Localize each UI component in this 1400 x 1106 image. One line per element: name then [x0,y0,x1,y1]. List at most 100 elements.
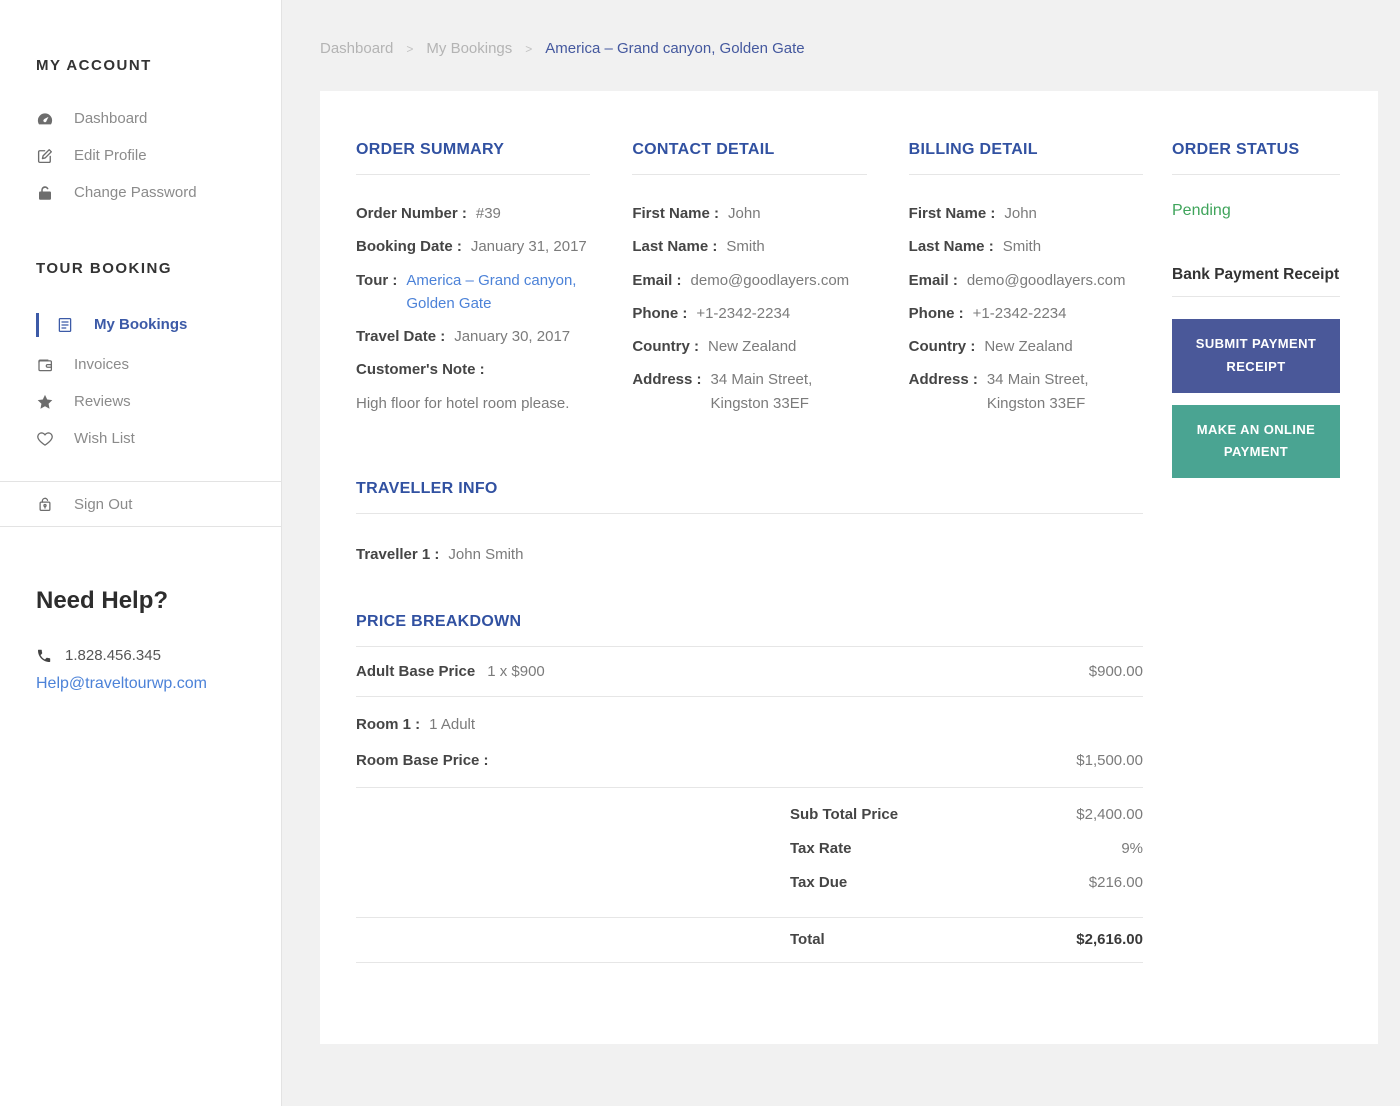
status-badge: Pending [1172,202,1231,219]
section-title: ORDER STATUS [1172,141,1300,158]
help-phone-number: 1.828.456.345 [65,647,161,664]
row-divider [356,961,1143,963]
price-row-label: Adult Base Price [356,663,476,680]
tour-booking-heading: TOUR BOOKING [36,260,173,277]
lock-icon [36,184,54,202]
traveller-name-value: John Smith [448,545,524,563]
submit-payment-receipt-button[interactable]: SUBMIT PAYMENT RECEIPT [1172,319,1340,393]
booking-detail-card: ORDER SUMMARY Order Number : #39 Booking … [320,91,1378,1044]
sidebar-item-label: Reviews [74,393,131,410]
sidebar-item-label: Sign Out [74,495,133,513]
help-phone-row: 1.828.456.345 [36,647,281,664]
sidebar-item-wish-list[interactable]: Wish List [0,420,281,457]
field-label: Address : [632,371,702,389]
sidebar-item-label: My Bookings [94,316,188,333]
unlock-icon [36,495,54,513]
dashboard-icon [36,110,54,128]
make-online-payment-button[interactable]: MAKE AN ONLINE PAYMENT [1172,404,1340,478]
section-title: CONTACT DETAIL [632,141,775,158]
tax-rate-value: 9% [1121,839,1143,857]
sidebar-item-edit-profile[interactable]: Edit Profile [0,137,281,174]
field-label: Customer's Note : [356,361,485,379]
sidebar-item-label: Dashboard [74,110,148,127]
tax-due-value: $216.00 [1088,873,1143,891]
field-label: Phone : [908,304,964,322]
tour-link[interactable]: America – Grand canyon, Golden Gate [406,269,590,316]
section-title: TRAVELLER INFO [356,479,498,497]
field-label: Order Number : [356,205,467,222]
sidebar-item-reviews[interactable]: Reviews [0,383,281,420]
order-number-value: #39 [475,205,501,222]
my-account-heading: MY ACCOUNT [36,57,152,74]
billing-detail-section: BILLING DETAIL First Name : John Last Nam… [908,141,1143,425]
room-block: Room 1 : 1 Adult Room Base Price : $1,500.… [356,697,1143,787]
field-label: First Name : [632,205,720,222]
sidebar-item-dashboard[interactable]: Dashboard [0,100,281,137]
field-value: demo@goodlayers.com [966,271,1126,289]
customer-note-text: High floor for hotel room please. [356,394,570,412]
receipt-divider [1172,296,1340,297]
room-label: Room 1 : [356,716,421,733]
total-value: $2,616.00 [1076,930,1143,948]
field-label: First Name : [908,205,996,222]
section-divider [908,174,1143,175]
need-help-heading: Need Help? [36,587,169,614]
traveller-info-section: TRAVELLER INFO Traveller 1 : John Smith [356,480,1143,566]
section-title: BILLING DETAIL [908,141,1038,158]
sidebar-item-label: Edit Profile [74,147,147,164]
booking-date-value: January 31, 2017 [470,238,587,256]
room-base-price-label: Room Base Price : [356,752,489,770]
adult-base-price-row: Adult Base Price 1 x $900 $900.00 [356,647,1143,696]
field-value: 34 Main Street, Kingston 33EF [710,371,813,412]
section-divider [356,174,591,175]
field-value: John [1004,205,1037,222]
phone-icon [36,648,52,664]
sidebar-item-change-password[interactable]: Change Password [0,174,281,211]
field-value: New Zealand [708,338,797,355]
wallet-icon [36,356,54,374]
field-label: Last Name : [632,238,718,256]
price-row-amount: $900.00 [1088,663,1143,680]
breadcrumb: Dashboard > My Bookings > America – Gran… [320,40,1400,57]
help-email-link[interactable]: Help@traveltourwp.com [36,675,207,693]
sidebar-item-label: Invoices [74,356,130,373]
sidebar-divider [0,526,281,527]
chevron-right-icon: > [525,41,533,56]
total-label: Total [790,930,825,948]
breadcrumb-my-bookings[interactable]: My Bookings [426,40,512,57]
sidebar-item-my-bookings[interactable]: My Bookings [0,303,281,346]
field-value: Smith [726,238,765,256]
totals-block: Sub Total Price $2,400.00 Tax Rate 9% Tax … [356,788,1143,917]
account-sidebar: MY ACCOUNT Dashboard Edit Profile Change… [0,0,282,1106]
sidebar-item-sign-out[interactable]: Sign Out [0,482,281,526]
field-label: Tour : [356,271,398,289]
section-divider [356,512,1143,514]
price-row-qty: 1 x $900 [487,663,545,680]
field-value: demo@goodlayers.com [690,271,850,289]
bookings-icon [56,316,74,334]
section-title: PRICE BREAKDOWN [356,613,522,630]
active-indicator-bar [36,312,39,337]
field-label: Booking Date : [356,238,462,256]
field-label: Country : [908,338,976,355]
sidebar-item-invoices[interactable]: Invoices [0,346,281,383]
travel-date-value: January 30, 2017 [454,328,571,345]
main-content: Dashboard > My Bookings > America – Gran… [282,0,1400,1106]
field-value: +1-2342-2234 [972,304,1067,322]
sidebar-item-label: Wish List [74,430,135,447]
sidebar-item-label: Change Password [74,184,197,201]
field-label: Phone : [632,304,688,322]
field-value: New Zealand [984,338,1073,355]
subtotal-label: Sub Total Price [790,805,899,823]
section-title: ORDER SUMMARY [356,141,505,158]
section-divider [1172,174,1340,175]
need-help-section: Need Help? 1.828.456.345 Help@traveltour… [0,587,281,693]
field-value: 34 Main Street, Kingston 33EF [986,371,1089,412]
breadcrumb-dashboard[interactable]: Dashboard [320,40,393,57]
field-label: Country : [632,338,699,355]
field-value: +1-2342-2234 [696,304,791,322]
field-label: Address : [908,371,978,389]
room-value: 1 Adult [429,716,476,733]
order-summary-section: ORDER SUMMARY Order Number : #39 Booking … [356,141,591,425]
field-label: Traveller 1 : [356,545,440,563]
